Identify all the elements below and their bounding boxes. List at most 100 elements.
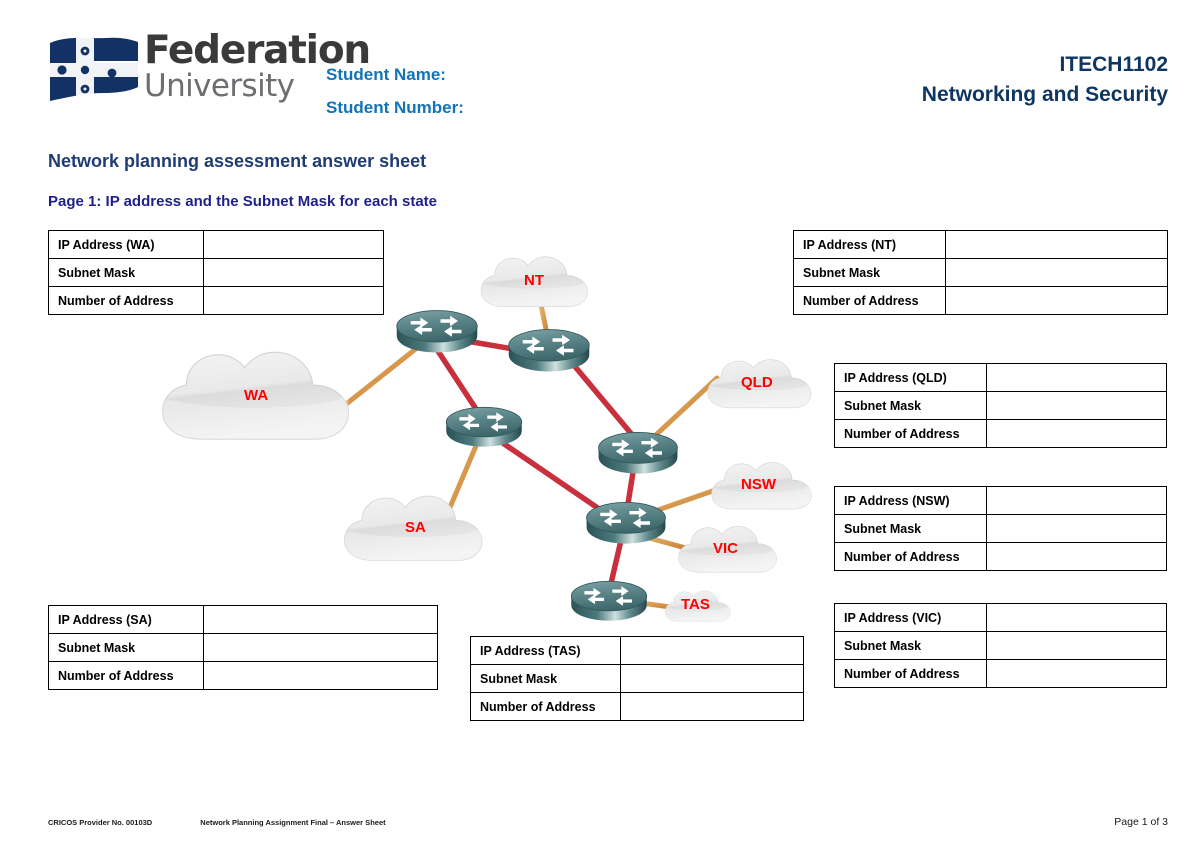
access-link-wa <box>342 329 440 408</box>
serial-link-sa-nsw <box>491 434 611 518</box>
value-number-of-address-vic[interactable] <box>986 659 1167 688</box>
table-row: Number of Address <box>793 286 1168 315</box>
ip-table-vic: IP Address (VIC) Subnet Mask Number of A… <box>834 603 1167 688</box>
table-row: Number of Address <box>834 419 1167 448</box>
value-number-of-address-qld[interactable] <box>986 419 1167 448</box>
access-link-sa <box>445 424 487 515</box>
label-ip-address-vic: IP Address (VIC) <box>834 603 987 632</box>
access-link-nsw <box>632 484 727 521</box>
cloud-label-qld: QLD <box>741 374 773 391</box>
answer-sheet-page: Federation University Student Name: Stud… <box>0 0 1200 848</box>
table-row: IP Address (TAS) <box>470 636 804 665</box>
table-row: Number of Address <box>470 692 804 721</box>
ip-table-sa: IP Address (SA) Subnet Mask Number of Ad… <box>48 605 438 690</box>
label-number-of-address-nsw: Number of Address <box>834 542 987 571</box>
federation-flag-logo-icon <box>50 37 138 101</box>
label-subnet-mask-wa: Subnet Mask <box>48 258 204 287</box>
ip-table-qld: IP Address (QLD) Subnet Mask Number of A… <box>834 363 1167 448</box>
cloud-label-nt: NT <box>524 272 544 289</box>
label-number-of-address-tas: Number of Address <box>470 692 621 721</box>
serial-link-nsw-tas <box>606 533 625 595</box>
label-subnet-mask-sa: Subnet Mask <box>48 633 204 662</box>
document-name-text: Network Planning Assignment Final – Answ… <box>200 818 386 827</box>
value-subnet-mask-sa[interactable] <box>203 633 438 662</box>
label-number-of-address-nt: Number of Address <box>793 286 946 315</box>
table-row: IP Address (SA) <box>48 605 438 634</box>
serial-links <box>431 335 637 595</box>
table-row: Subnet Mask <box>793 258 1168 287</box>
value-ip-address-qld[interactable] <box>986 363 1167 392</box>
value-number-of-address-nt[interactable] <box>945 286 1168 315</box>
value-ip-address-tas[interactable] <box>620 636 804 665</box>
value-number-of-address-nsw[interactable] <box>986 542 1167 571</box>
value-ip-address-sa[interactable] <box>203 605 438 634</box>
cloud-label-wa: WA <box>244 387 269 404</box>
label-ip-address-qld: IP Address (QLD) <box>834 363 987 392</box>
ip-table-nsw: IP Address (NSW) Subnet Mask Number of A… <box>834 486 1167 571</box>
serial-link-wa-sa <box>431 342 481 415</box>
cloud-label-tas: TAS <box>681 596 710 613</box>
course-code: ITECH1102 <box>1059 53 1168 76</box>
value-subnet-mask-vic[interactable] <box>986 631 1167 660</box>
page-title: Network planning assessment answer sheet <box>48 151 427 171</box>
ip-table-nt: IP Address (NT) Subnet Mask Number of Ad… <box>793 230 1168 315</box>
label-number-of-address-wa: Number of Address <box>48 286 204 315</box>
access-link-nt <box>537 297 552 347</box>
label-ip-address-sa: IP Address (SA) <box>48 605 204 634</box>
access-link-tas <box>625 598 687 612</box>
value-ip-address-nt[interactable] <box>945 230 1168 259</box>
access-link-vic <box>635 532 700 554</box>
value-number-of-address-wa[interactable] <box>203 286 384 315</box>
router-nsw-vic <box>586 501 666 545</box>
table-row: IP Address (WA) <box>48 230 384 259</box>
cloud-label-nsw: NSW <box>741 476 776 493</box>
router-wa <box>396 310 478 353</box>
router-nt <box>508 329 590 372</box>
table-row: Number of Address <box>48 286 384 315</box>
table-row: Subnet Mask <box>48 633 438 662</box>
student-details-block: Student Name: Student Number: <box>326 58 464 124</box>
value-number-of-address-sa[interactable] <box>203 661 438 690</box>
value-subnet-mask-tas[interactable] <box>620 664 804 693</box>
value-subnet-mask-nsw[interactable] <box>986 514 1167 543</box>
table-row: Number of Address <box>48 661 438 690</box>
access-links <box>342 297 727 612</box>
ip-table-tas: IP Address (TAS) Subnet Mask Number of A… <box>470 636 804 721</box>
value-number-of-address-tas[interactable] <box>620 692 804 721</box>
course-details-block: ITECH1102 Networking and Security <box>922 50 1168 110</box>
access-link-qld <box>640 375 720 450</box>
label-ip-address-nsw: IP Address (NSW) <box>834 486 987 515</box>
value-subnet-mask-qld[interactable] <box>986 391 1167 420</box>
table-row: Number of Address <box>834 659 1167 688</box>
value-ip-address-nsw[interactable] <box>986 486 1167 515</box>
table-row: Number of Address <box>834 542 1167 571</box>
label-ip-address-wa: IP Address (WA) <box>48 230 204 259</box>
value-subnet-mask-wa[interactable] <box>203 258 384 287</box>
table-row: IP Address (NT) <box>793 230 1168 259</box>
ip-table-wa: IP Address (WA) Subnet Mask Number of Ad… <box>48 230 384 315</box>
cloud-label-vic: VIC <box>713 540 739 557</box>
value-subnet-mask-nt[interactable] <box>945 258 1168 287</box>
table-row: IP Address (NSW) <box>834 486 1167 515</box>
cricos-provider-text: CRICOS Provider No. 00103D <box>48 818 153 827</box>
label-subnet-mask-qld: Subnet Mask <box>834 391 987 420</box>
label-ip-address-nt: IP Address (NT) <box>793 230 946 259</box>
course-name: Networking and Security <box>921 83 1168 106</box>
table-row: IP Address (QLD) <box>834 363 1167 392</box>
serial-link-wa-nt <box>446 335 534 355</box>
table-row: Subnet Mask <box>48 258 384 287</box>
label-subnet-mask-vic: Subnet Mask <box>834 631 987 660</box>
label-subnet-mask-nsw: Subnet Mask <box>834 514 987 543</box>
table-row: IP Address (VIC) <box>834 603 1167 632</box>
router-tas <box>570 580 648 622</box>
label-number-of-address-vic: Number of Address <box>834 659 987 688</box>
cloud-label-sa: SA <box>405 519 426 536</box>
page-subtitle: Page 1: IP address and the Subnet Mask f… <box>48 193 438 210</box>
router-qld <box>598 431 678 475</box>
label-ip-address-tas: IP Address (TAS) <box>470 636 621 665</box>
student-name-label: Student Name: <box>326 65 446 84</box>
federation-university-logo: Federation University <box>48 29 371 111</box>
value-ip-address-vic[interactable] <box>986 603 1167 632</box>
label-subnet-mask-nt: Subnet Mask <box>793 258 946 287</box>
value-ip-address-wa[interactable] <box>203 230 384 259</box>
